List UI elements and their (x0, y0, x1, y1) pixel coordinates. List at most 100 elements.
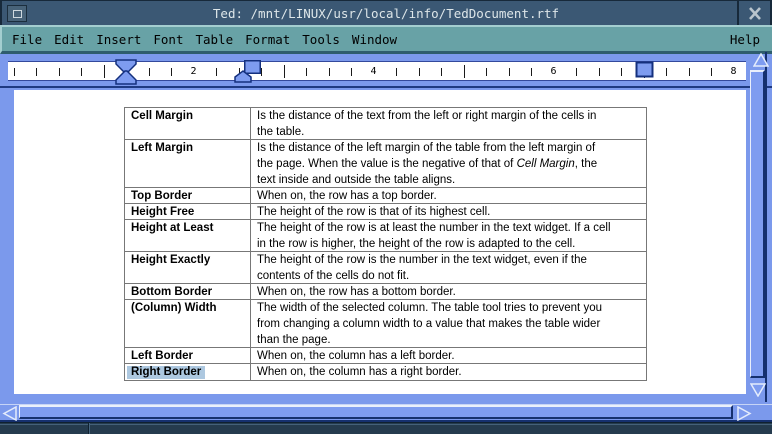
menu-item-table[interactable]: Table (195, 32, 233, 47)
ruler-tick (396, 68, 397, 76)
ruler-tick (104, 65, 105, 78)
ruler-tick (171, 68, 172, 76)
table-row-label-selected: Right Border (127, 366, 205, 379)
description-line: The width of the selected column. The ta… (257, 300, 646, 316)
table-row-label-cell[interactable]: Left Border (125, 348, 251, 363)
document-view: Cell Margin Is the distance of the text f… (0, 88, 772, 404)
ruler-number: 6 (549, 65, 558, 79)
description-text: , the (575, 158, 597, 170)
table-row[interactable]: Left Margin Is the distance of the left m… (125, 140, 646, 188)
ruler-tick (711, 68, 712, 76)
table-row-label: Cell Margin (131, 110, 193, 122)
table-row-label: (Column) Width (131, 302, 216, 314)
description-line: When on, the column has a left border. (257, 348, 646, 363)
titlebar-divider (737, 1, 739, 26)
table-row-description-cell[interactable]: The height of the row is at least the nu… (251, 220, 646, 251)
table-row-description-cell[interactable]: The width of the selected column. The ta… (251, 300, 646, 347)
table-row-description-cell[interactable]: Is the distance of the text from the lef… (251, 108, 646, 139)
indent-marker[interactable] (114, 59, 138, 85)
table-row[interactable]: Height Free The height of the row is that… (125, 204, 646, 220)
left-arrow-icon[interactable] (2, 406, 18, 421)
menu-item-tools[interactable]: Tools (302, 32, 340, 47)
window-bottom-frame (0, 422, 772, 434)
description-line: text inside and outside the table aligns… (257, 172, 646, 187)
table-row-description-cell[interactable]: When on, the column has a left border. (251, 348, 646, 363)
menu-item-font[interactable]: Font (153, 32, 183, 47)
description-line: When on, the row has a top border. (257, 188, 646, 203)
description-line: than the page. (257, 332, 646, 347)
table-row[interactable]: Bottom Border When on, the row has a bott… (125, 284, 646, 300)
table-row[interactable]: (Column) Width The width of the selected … (125, 300, 646, 348)
table-row-description-cell[interactable]: Is the distance of the left margin of th… (251, 140, 646, 187)
description-line: the table. (257, 124, 646, 139)
table-row[interactable]: Top Border When on, the row has a top bor… (125, 188, 646, 204)
description-text: The height of the row is that of its hig… (257, 206, 490, 218)
document-table: Cell Margin Is the distance of the text f… (124, 107, 647, 381)
table-row-label-cell[interactable]: Right Border (125, 364, 251, 380)
ruler-tick (216, 68, 217, 76)
right-margin-marker[interactable] (635, 61, 655, 79)
ruler-tick (36, 68, 37, 76)
table-row-description-cell[interactable]: When on, the row has a top border. (251, 188, 646, 203)
menu-item-file[interactable]: File (12, 32, 42, 47)
ruler-tick (576, 68, 577, 76)
description-text: When on, the row has a top border. (257, 190, 437, 202)
table-row[interactable]: Left Border When on, the column has a lef… (125, 348, 646, 364)
ruler-tick (666, 68, 667, 76)
close-button[interactable] (745, 5, 765, 22)
description-text: the page. When the value is the negative… (257, 158, 517, 170)
table-row-label-cell[interactable]: Height at Least (125, 220, 251, 251)
description-text: the table. (257, 126, 304, 138)
menu-item-insert[interactable]: Insert (96, 32, 141, 47)
ruler-tick (509, 68, 510, 76)
description-text: The height of the row is the number in t… (257, 254, 587, 266)
right-arrow-icon[interactable] (736, 406, 752, 421)
table-row[interactable]: Right Border When on, the column has a ri… (125, 364, 646, 380)
ruler-tick (531, 68, 532, 76)
table-row-description-cell[interactable]: The height of the row is that of its hig… (251, 204, 646, 219)
table-row-label-cell[interactable]: Height Exactly (125, 252, 251, 283)
table-row-description-cell[interactable]: When on, the column has a right border. (251, 364, 646, 380)
table-row-label-cell[interactable]: Top Border (125, 188, 251, 203)
description-text: contents of the cells do not fit. (257, 270, 409, 282)
vertical-scrollbar-thumb[interactable] (750, 70, 765, 378)
table-row-label: Height Exactly (131, 254, 210, 266)
table-row-label: Height at Least (131, 222, 213, 234)
menu-item-format[interactable]: Format (245, 32, 290, 47)
table-row-label-cell[interactable]: Left Margin (125, 140, 251, 187)
document-page[interactable]: Cell Margin Is the distance of the text f… (14, 90, 746, 394)
menu-item-edit[interactable]: Edit (54, 32, 84, 47)
menu-bar: File Edit Insert Font Table Format Tools Window… (0, 25, 772, 54)
horizontal-scrollbar-thumb[interactable] (19, 405, 733, 419)
description-text: from changing a column width to a value … (257, 318, 600, 330)
ruler-tick (441, 68, 442, 76)
titlebar[interactable]: Ted: /mnt/LINUX/usr/local/info/TedDocume… (0, 0, 772, 25)
table-row-label-cell[interactable]: Height Free (125, 204, 251, 219)
menu-item-help[interactable]: Help (730, 32, 772, 47)
ruler-tick (486, 68, 487, 76)
column-divider-marker[interactable] (232, 59, 264, 85)
menu-item-window[interactable]: Window (352, 32, 397, 47)
table-row-description-cell[interactable]: The height of the row is the number in t… (251, 252, 646, 283)
description-line: from changing a column width to a value … (257, 316, 646, 332)
up-arrow-icon[interactable] (753, 53, 769, 68)
ted-window: Ted: /mnt/LINUX/usr/local/info/TedDocume… (0, 0, 772, 434)
table-row-label-cell[interactable]: Bottom Border (125, 284, 251, 299)
description-line: When on, the row has a bottom border. (257, 284, 646, 299)
description-text: than the page. (257, 334, 331, 346)
table-row-label: Left Margin (131, 142, 193, 154)
table-row[interactable]: Height Exactly The height of the row is t… (125, 252, 646, 284)
description-text: Is the distance of the left margin of th… (257, 142, 595, 154)
description-line: in the row is higher, the height of the … (257, 236, 646, 251)
table-row-label: Bottom Border (131, 286, 212, 298)
ruler-tick (284, 65, 285, 78)
ruler-tick (306, 68, 307, 76)
table-row[interactable]: Cell Margin Is the distance of the text f… (125, 108, 646, 140)
ruler-tick (351, 68, 352, 76)
down-arrow-icon[interactable] (750, 382, 766, 397)
table-row-label-cell[interactable]: (Column) Width (125, 300, 251, 347)
table-row-label-cell[interactable]: Cell Margin (125, 108, 251, 139)
description-line: contents of the cells do not fit. (257, 268, 646, 283)
table-row[interactable]: Height at Least The height of the row is … (125, 220, 646, 252)
table-row-description-cell[interactable]: When on, the row has a bottom border. (251, 284, 646, 299)
